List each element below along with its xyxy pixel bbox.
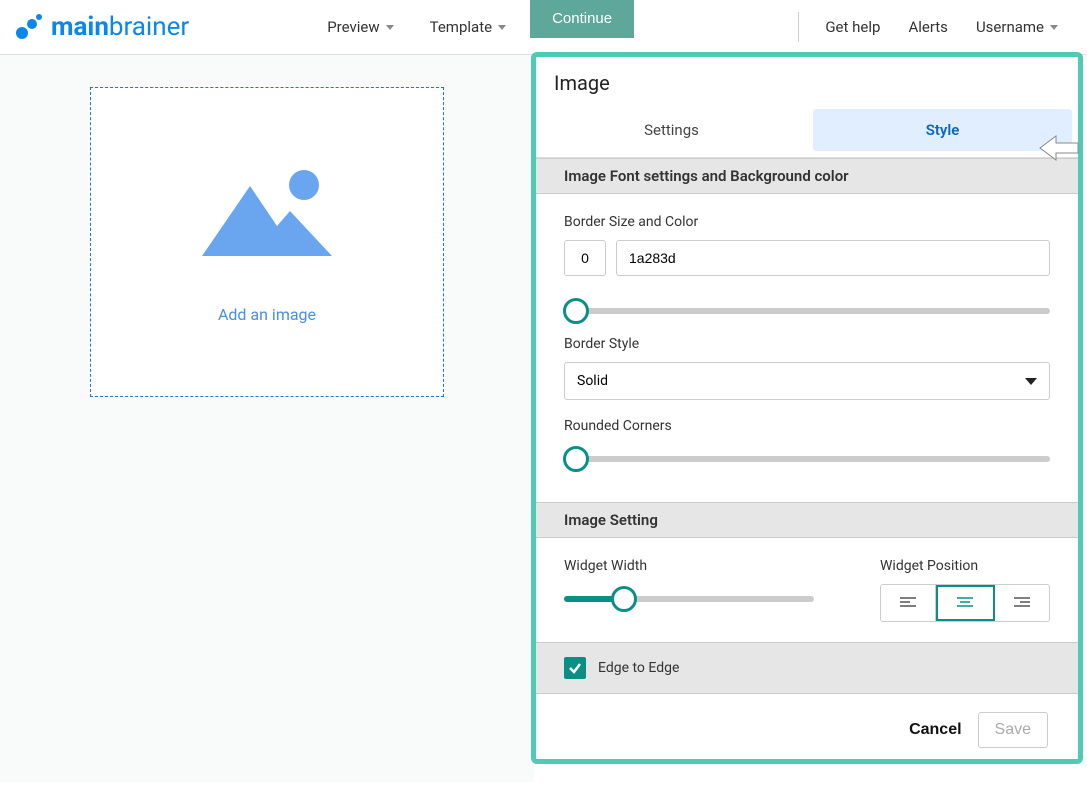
border-row xyxy=(564,240,1050,276)
widget-width-slider[interactable] xyxy=(564,584,814,614)
edge-to-edge-row: Edge to Edge xyxy=(536,642,1078,694)
alerts-label: Alerts xyxy=(908,18,948,36)
section-image-setting-body: Widget Width Widget Position xyxy=(536,538,1078,642)
align-center-button[interactable] xyxy=(936,585,994,621)
panel-title: Image xyxy=(536,57,1078,109)
logo-icon xyxy=(15,12,45,42)
top-bar: mainbrainer Preview Template Continue Ge… xyxy=(0,0,1087,55)
alerts-link[interactable]: Alerts xyxy=(894,0,962,55)
username-label: Username xyxy=(976,18,1044,36)
chevron-down-icon xyxy=(1025,378,1037,385)
slider-thumb[interactable] xyxy=(563,446,589,472)
align-right-icon xyxy=(1014,597,1030,609)
username-menu[interactable]: Username xyxy=(962,0,1072,55)
canvas-area: Add an image xyxy=(0,55,534,782)
gethelp-link[interactable]: Get help xyxy=(811,0,894,55)
align-left-icon xyxy=(900,597,916,609)
edge-to-edge-checkbox[interactable] xyxy=(564,657,586,679)
border-size-color-label: Border Size and Color xyxy=(564,214,1050,230)
preview-label: Preview xyxy=(327,18,379,36)
check-icon xyxy=(568,661,582,675)
align-left-button[interactable] xyxy=(881,585,936,621)
align-right-button[interactable] xyxy=(995,585,1049,621)
border-size-slider[interactable] xyxy=(564,296,1050,326)
logo[interactable]: mainbrainer xyxy=(15,12,189,42)
border-style-label: Border Style xyxy=(564,336,1050,352)
arrow-pointer-icon xyxy=(1038,133,1080,167)
widget-position-label: Widget Position xyxy=(880,558,1050,574)
border-size-input[interactable] xyxy=(564,240,606,276)
slider-thumb[interactable] xyxy=(563,298,589,324)
slider-track xyxy=(564,456,1050,462)
chevron-down-icon xyxy=(386,25,394,30)
chevron-down-icon xyxy=(1050,25,1058,30)
rounded-corners-slider[interactable] xyxy=(564,444,1050,474)
logo-text: mainbrainer xyxy=(51,12,189,42)
nav-center: Preview Template Continue xyxy=(309,0,640,55)
widget-row: Widget Width Widget Position xyxy=(564,550,1050,624)
panel-footer: Cancel Save xyxy=(536,694,1078,788)
slider-thumb[interactable] xyxy=(611,586,637,612)
edge-to-edge-label: Edge to Edge xyxy=(598,660,679,676)
divider xyxy=(798,12,799,42)
template-menu[interactable]: Template xyxy=(412,0,524,55)
border-style-select[interactable]: Solid xyxy=(564,362,1050,400)
nav-right: Get help Alerts Username xyxy=(786,0,1072,55)
section-image-setting: Image Setting xyxy=(536,502,1078,538)
widget-width-col: Widget Width xyxy=(564,550,814,624)
cancel-button[interactable]: Cancel xyxy=(909,721,961,739)
preview-menu[interactable]: Preview xyxy=(309,0,411,55)
add-image-text: Add an image xyxy=(218,305,316,324)
widget-width-label: Widget Width xyxy=(564,558,814,574)
slider-track xyxy=(564,308,1050,314)
save-button[interactable]: Save xyxy=(978,712,1048,748)
align-center-icon xyxy=(957,597,973,609)
image-placeholder-icon xyxy=(192,161,342,275)
tab-settings[interactable]: Settings xyxy=(542,109,801,151)
border-color-input[interactable] xyxy=(616,240,1050,276)
section-font-bg-body: Border Size and Color Border Style Solid… xyxy=(536,194,1078,502)
widget-position-col: Widget Position xyxy=(880,550,1050,622)
rounded-corners-label: Rounded Corners xyxy=(564,418,1050,434)
style-panel: Image Settings Style Image Font settings… xyxy=(531,52,1083,764)
continue-button[interactable]: Continue xyxy=(530,0,634,38)
gethelp-label: Get help xyxy=(825,18,880,36)
continue-label: Continue xyxy=(552,10,612,27)
panel-tabs: Settings Style xyxy=(536,109,1078,158)
widget-position-group xyxy=(880,584,1050,622)
section-font-bg: Image Font settings and Background color xyxy=(536,158,1078,194)
border-style-value: Solid xyxy=(577,373,608,389)
template-label: Template xyxy=(430,18,492,36)
image-drop-zone[interactable]: Add an image xyxy=(90,87,444,397)
tab-style[interactable]: Style xyxy=(813,109,1072,151)
chevron-down-icon xyxy=(498,25,506,30)
